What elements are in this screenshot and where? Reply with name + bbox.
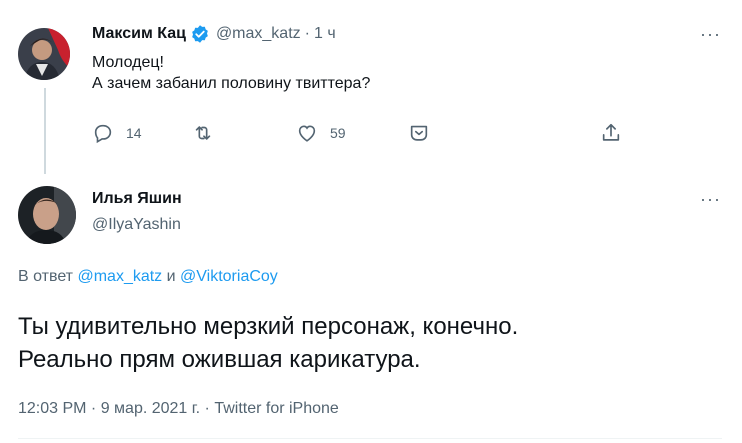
reply-prefix: В ответ	[18, 268, 74, 285]
avatar-max-katz[interactable]	[18, 28, 70, 80]
tweet-metadata[interactable]: 12:03 PM · 9 мар. 2021 г. · Twitter for …	[18, 400, 339, 418]
author-name[interactable]: Максим Кац	[92, 25, 186, 43]
reply-to-line: В ответ @max_katz и @ViktoriaCoy	[18, 268, 278, 286]
avatar-image	[18, 186, 76, 244]
reply-conjunction: и	[166, 268, 176, 285]
reply-button[interactable]: 14	[92, 122, 142, 144]
reply-count: 14	[126, 125, 142, 141]
tweet1-text: Молодец! А зачем забанил половину твитте…	[92, 52, 370, 94]
tweet1-line2: А зачем забанил половину твиттера?	[92, 75, 371, 92]
separator-dot: ·	[304, 25, 310, 42]
like-count: 59	[330, 125, 346, 141]
heart-icon	[298, 125, 316, 142]
tweet-time[interactable]: 1 ч	[314, 25, 336, 43]
reply-icon	[94, 124, 112, 144]
share-icon	[602, 123, 620, 141]
like-button[interactable]: 59	[296, 122, 346, 144]
thread-line	[44, 88, 46, 174]
mention-max-katz[interactable]: @max_katz	[77, 268, 162, 285]
retweet-button[interactable]	[192, 122, 214, 144]
revue-button[interactable]	[408, 122, 430, 144]
author-handle[interactable]: @IlyaYashin	[92, 216, 181, 234]
bottom-divider	[18, 438, 722, 439]
tweet2-line2: Реально прям ожившая карикатура.	[18, 346, 421, 373]
revue-icon	[410, 125, 428, 141]
author-name[interactable]: Илья Яшин	[92, 190, 182, 208]
author-handle[interactable]: @max_katz	[216, 25, 301, 43]
verified-badge-icon	[192, 25, 208, 43]
share-button[interactable]	[600, 122, 622, 144]
tweet2-line1: Ты удивительно мерзкий персонаж, конечно…	[18, 313, 519, 340]
tweet1-line1: Молодец!	[92, 54, 164, 71]
more-options-icon[interactable]: ···	[700, 24, 721, 45]
avatar-ilya-yashin[interactable]	[18, 186, 76, 244]
more-options-icon[interactable]: ···	[700, 189, 721, 210]
tweet2-text: Ты удивительно мерзкий персонаж, конечно…	[18, 310, 518, 376]
mention-viktoriacoy[interactable]: @ViktoriaCoy	[180, 268, 278, 285]
avatar-image	[18, 28, 70, 80]
retweet-icon	[195, 126, 211, 140]
tweet1-header: Максим Кац @max_katz · 1 ч	[92, 24, 336, 44]
